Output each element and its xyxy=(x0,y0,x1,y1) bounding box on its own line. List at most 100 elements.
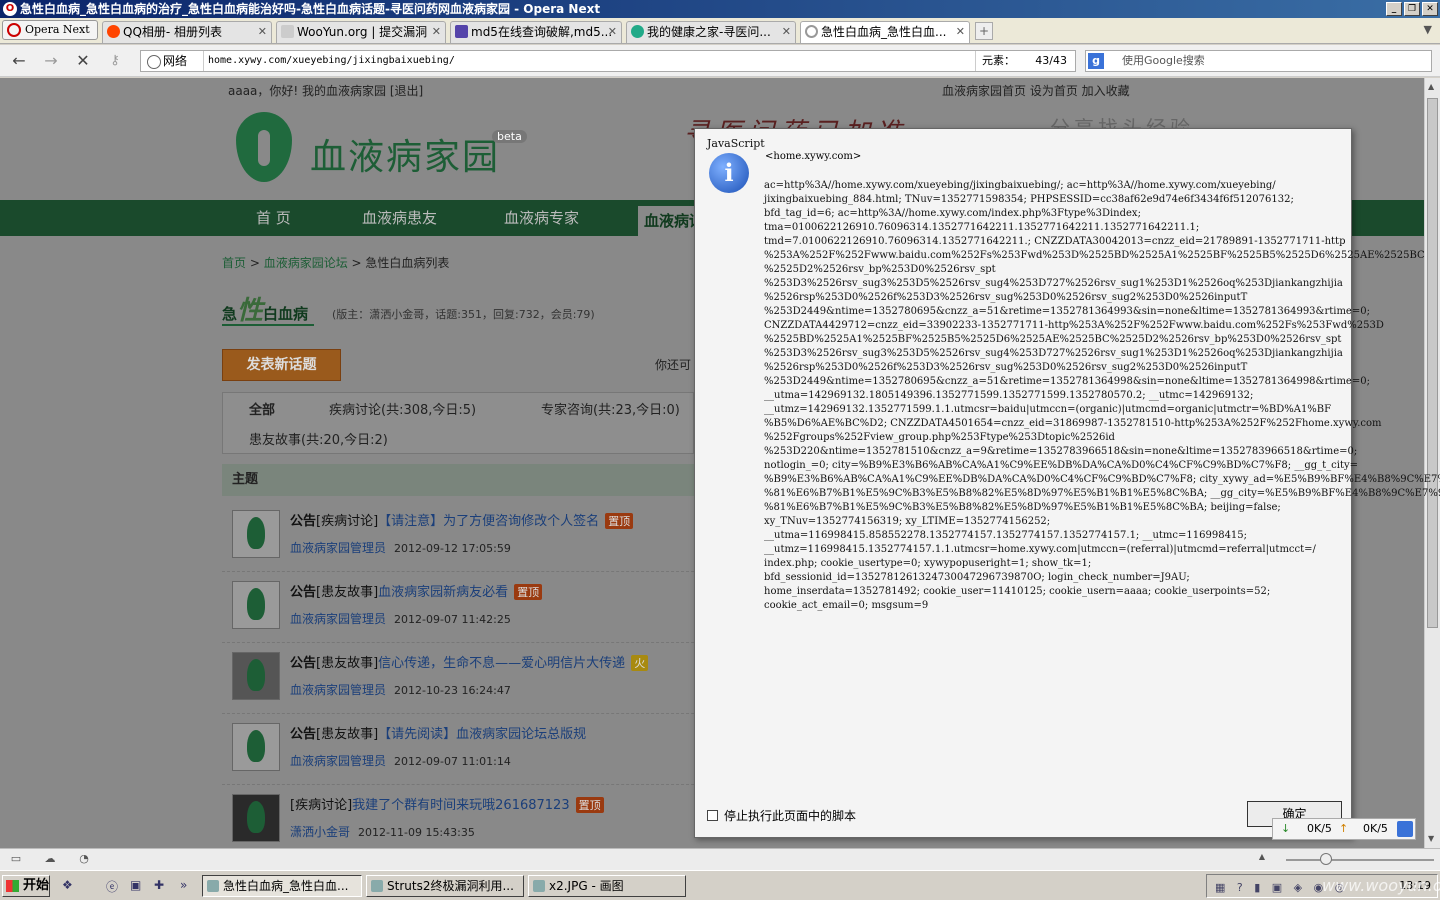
avatar[interactable] xyxy=(232,794,280,842)
filter-all[interactable]: 全部 xyxy=(249,399,275,418)
health-icon xyxy=(631,25,644,38)
tab-md5[interactable]: md5在线查询破解,md5... ✕ xyxy=(450,21,622,43)
taskbar-button-paint[interactable]: x2.JPG - 画图 xyxy=(528,875,686,897)
topic-link[interactable]: 【请注意】为了方便咨询修改个人签名 xyxy=(378,514,599,529)
author-link[interactable]: 血液病家园管理员 xyxy=(290,612,386,626)
sticky-badge: 置顶 xyxy=(514,584,543,600)
speed-dial-icon[interactable]: ◔ xyxy=(76,852,92,866)
forum-title: 急性白血病 xyxy=(222,290,315,326)
close-tab-icon[interactable]: ✕ xyxy=(608,22,617,42)
loading-icon xyxy=(805,25,818,38)
upload-rate: 0K/5 xyxy=(1363,822,1388,835)
avatar[interactable] xyxy=(232,723,280,771)
quicklaunch-icon[interactable]: ❖ xyxy=(62,878,73,892)
checkbox-box[interactable] xyxy=(707,810,718,821)
site-top-links[interactable]: 血液病家园首页 设为首页 加入收藏 xyxy=(942,78,1130,104)
status-bar: ▭ ☁ ◔ ▲ xyxy=(0,848,1440,870)
logo-text: 血液病家园 xyxy=(310,137,501,178)
cloud-icon[interactable]: ☁ xyxy=(42,852,58,866)
address-field[interactable]: 网络 home.xywy.com/xueyebing/jixingbaixueb… xyxy=(140,50,1076,72)
subject-header: 主题 xyxy=(222,464,694,496)
avatar[interactable] xyxy=(232,652,280,700)
user-greeting[interactable]: aaaa，你好! 我的血液病家园 [退出] xyxy=(228,78,423,104)
tab-health-home[interactable]: 我的健康之家-寻医问... ✕ xyxy=(626,21,796,43)
author-link[interactable]: 血液病家园管理员 xyxy=(290,541,386,555)
site-logo[interactable] xyxy=(222,112,302,202)
breadcrumb: 首页 > 血液病家园论坛 > 急性白血病列表 xyxy=(222,256,450,270)
zoom-slider[interactable] xyxy=(1286,853,1434,865)
author-link[interactable]: 血液病家园管理员 xyxy=(290,754,386,768)
dialog-host: <home.xywy.com> xyxy=(765,151,862,162)
tab-leukemia[interactable]: 急性白血病_急性白血... ✕ xyxy=(800,21,970,43)
scroll-up-icon[interactable]: ▲ xyxy=(1428,82,1434,91)
maximize-button[interactable]: ❐ xyxy=(1404,2,1420,16)
list-item: 公告[患友故事]血液病家园新病友必看 置顶 血液病家园管理员 2012-09-07 … xyxy=(222,573,694,643)
nav-home[interactable]: 首 页 xyxy=(256,200,291,236)
list-item: 公告[疾病讨论]【请注意】为了方便咨询修改个人签名 置顶 血液病家园管理员 2012… xyxy=(222,502,694,572)
topic-link[interactable]: 信心传递，生命不息——爱心明信片大传递 xyxy=(378,656,625,671)
search-input[interactable]: g 使用Google搜索 xyxy=(1085,50,1432,72)
topic-link[interactable]: 我建了个群有时间来玩哦261687123 xyxy=(352,798,569,813)
breadcrumb-forum[interactable]: 血液病家园论坛 xyxy=(264,256,348,270)
avatar[interactable] xyxy=(232,581,280,629)
filter-expert[interactable]: 专家咨询(共:23,今日:0) xyxy=(541,399,680,418)
close-tab-icon[interactable]: ✕ xyxy=(432,22,441,42)
forum-info: (版主：潇洒小金哥，话题:351，回复:732，会员:79) xyxy=(332,308,595,321)
filter-disease[interactable]: 疾病讨论(共:308,今日:5) xyxy=(329,399,476,418)
transfer-panel-icon[interactable] xyxy=(1397,821,1413,837)
close-tab-icon[interactable]: ✕ xyxy=(258,22,267,42)
new-topic-button[interactable]: 发表新话题 xyxy=(222,349,341,381)
stop-scripts-checkbox[interactable]: 停止执行此页面中的脚本 xyxy=(707,807,856,824)
hot-badge: 火 xyxy=(631,655,649,671)
list-item: 公告[患友故事]信心传递，生命不息——爱心明信片大传递火 血液病家园管理员 201… xyxy=(222,644,694,714)
zoom-menu-icon[interactable]: ▲ xyxy=(1254,852,1270,866)
transfer-indicator[interactable]: ↓ 0K/5 ↑ 0K/5 xyxy=(1272,818,1416,840)
nav-patients[interactable]: 血液病患友 xyxy=(362,200,437,236)
opera-menu-button[interactable]: Opera Next xyxy=(2,20,98,40)
tab-list-chevron-icon[interactable]: ▼ xyxy=(1424,23,1432,36)
url-text[interactable]: home.xywy.com/xueyebing/jixingbaixuebing… xyxy=(203,51,455,71)
close-tab-icon[interactable]: ✕ xyxy=(956,22,965,42)
zoom-slider-knob[interactable] xyxy=(1320,853,1332,865)
author-link[interactable]: 潇洒小金哥 xyxy=(290,825,350,839)
scrollbar-thumb[interactable] xyxy=(1427,98,1438,628)
panel-toggle-icon[interactable]: ▭ xyxy=(8,852,24,866)
qq-icon xyxy=(107,25,120,38)
back-button[interactable]: ← xyxy=(8,51,30,71)
tab-qq-album[interactable]: QQ相册- 相册列表 ✕ xyxy=(102,21,272,43)
download-rate: 0K/5 xyxy=(1307,822,1332,835)
download-arrow-icon: ↓ xyxy=(1281,822,1291,835)
beta-badge: beta xyxy=(492,130,527,143)
tab-wooyun[interactable]: WooYun.org | 提交漏洞 ✕ xyxy=(276,21,446,43)
opera-logo-icon xyxy=(7,23,21,37)
vertical-scrollbar[interactable]: ▲ ▼ xyxy=(1424,78,1440,848)
taskbar-button-opera[interactable]: 急性白血病_急性白血... xyxy=(202,875,362,897)
author-link[interactable]: 血液病家园管理员 xyxy=(290,683,386,697)
avatar[interactable] xyxy=(232,510,280,558)
taskbar-button-struts[interactable]: Struts2终极漏洞利用... xyxy=(366,875,524,897)
close-window-button[interactable]: ✕ xyxy=(1422,2,1438,16)
breadcrumb-home[interactable]: 首页 xyxy=(222,256,246,270)
minimize-button[interactable]: _ xyxy=(1386,2,1402,16)
key-icon[interactable]: ⚷ xyxy=(104,51,126,71)
info-icon: i xyxy=(709,153,749,193)
filter-story[interactable]: 患友故事(共:20,今日:2) xyxy=(249,429,388,448)
sticky-badge: 置顶 xyxy=(575,797,604,813)
close-tab-icon[interactable]: ✕ xyxy=(782,22,791,42)
breadcrumb-current: 急性白血病列表 xyxy=(365,256,450,270)
taskbar: 开始 ❖ ⓔ ▣ ✚ » 急性白血病_急性白血... Struts2终极漏洞利用… xyxy=(0,870,1440,900)
ie-icon[interactable]: ⓔ xyxy=(106,878,118,895)
upload-arrow-icon: ↑ xyxy=(1339,822,1349,835)
topic-link[interactable]: 【请先阅读】血液病家园论坛总版规 xyxy=(378,727,586,742)
scroll-down-icon[interactable]: ▼ xyxy=(1428,834,1434,843)
app-icon[interactable]: ✚ xyxy=(154,878,164,892)
stop-button[interactable]: ✕ xyxy=(72,51,94,71)
nav-experts[interactable]: 血液病专家 xyxy=(504,200,579,236)
desktop-icon[interactable]: ▣ xyxy=(130,878,141,892)
google-icon: g xyxy=(1088,53,1104,69)
overflow-chevron-icon[interactable]: » xyxy=(180,878,187,892)
start-button[interactable]: 开始 xyxy=(2,875,50,897)
forward-button[interactable]: → xyxy=(40,51,62,71)
new-tab-button[interactable]: + xyxy=(975,22,993,40)
topic-link[interactable]: 血液病家园新病友必看 xyxy=(378,585,508,600)
